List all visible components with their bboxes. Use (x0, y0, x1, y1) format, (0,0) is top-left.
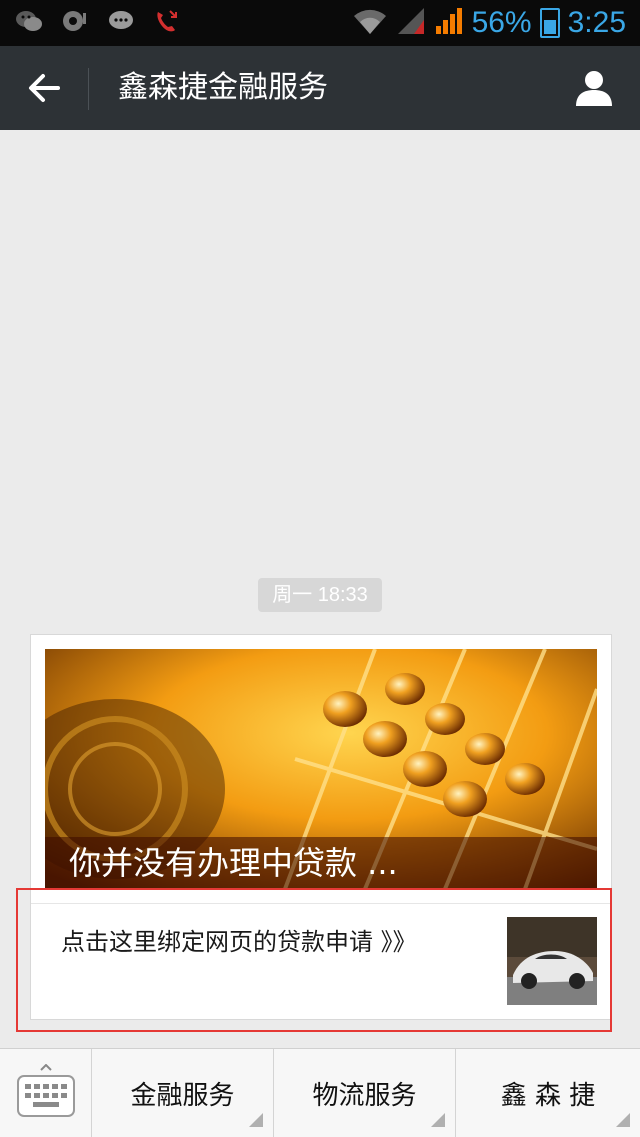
cover-image[interactable]: 你并没有办理中贷款 ... (45, 649, 597, 889)
menu-item-logistics-services[interactable]: 物流服务 (274, 1049, 456, 1137)
status-bar: 56% 3:25 (0, 0, 640, 46)
menu-item-label: 金融服务 (130, 1080, 235, 1111)
wechat-icon (14, 6, 44, 36)
submenu-corner-icon (616, 1113, 630, 1127)
cover-title: 你并没有办理中贷款 ... (69, 844, 398, 882)
cover-caption: 你并没有办理中贷款 ... (45, 837, 597, 889)
title-bar: 鑫森捷金融服务 (0, 46, 640, 130)
clock-time: 3:25 (567, 6, 626, 39)
highlight-box (16, 888, 612, 1032)
missed-call-icon (152, 6, 182, 36)
back-button[interactable] (18, 64, 70, 112)
arrow-left-icon (29, 74, 60, 102)
page-title: 鑫森捷金融服务 (118, 70, 328, 105)
person-icon (576, 71, 612, 106)
battery-percent: 56% (471, 6, 532, 39)
chat-bubble-icon (106, 6, 136, 36)
keyboard-toggle-button[interactable] (0, 1049, 92, 1137)
profile-button[interactable] (574, 68, 614, 108)
menu-item-label: 物流服务 (312, 1080, 417, 1111)
wifi-icon (352, 6, 388, 40)
submenu-corner-icon (249, 1113, 263, 1127)
signal-icon (396, 6, 426, 40)
signal-icon (434, 6, 464, 40)
battery-icon (539, 8, 560, 38)
submenu-corner-icon (431, 1113, 445, 1127)
menu-item-xinsenjie[interactable]: 鑫 森 捷 (456, 1049, 640, 1137)
bottom-menu: 金融服务 物流服务 鑫 森 捷 (0, 1048, 640, 1137)
message-timestamp: 周一 18:33 (258, 578, 382, 612)
keyboard-icon (16, 1064, 75, 1117)
menu-item-financial-services[interactable]: 金融服务 (92, 1049, 274, 1137)
menu-item-label: 鑫 森 捷 (500, 1080, 596, 1111)
title-divider (88, 68, 89, 110)
message-icon (60, 6, 90, 36)
